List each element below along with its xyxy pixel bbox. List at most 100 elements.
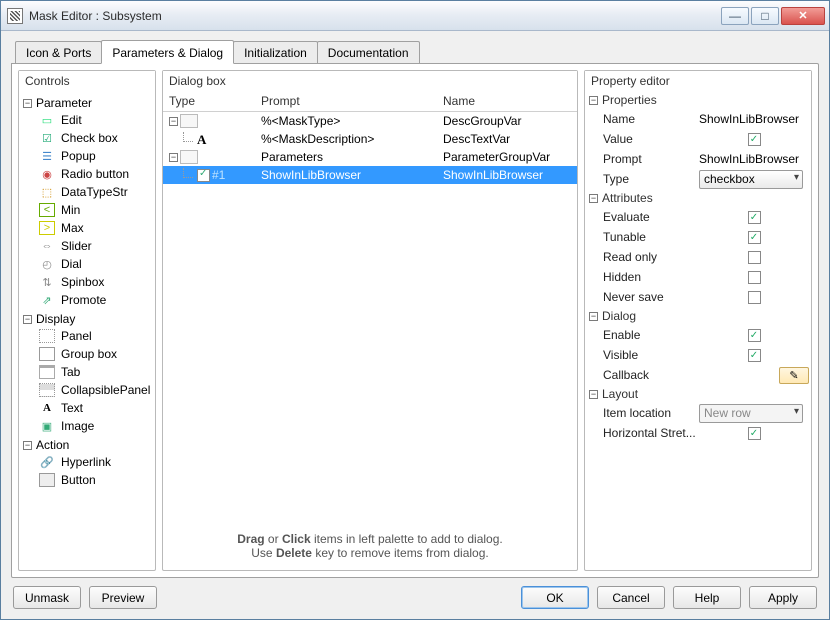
prop-type-select[interactable]: checkbox [699, 170, 803, 189]
control-text[interactable]: AText [39, 399, 151, 417]
tree-line-icon [183, 168, 193, 178]
prop-prompt-value[interactable]: ShowInLibBrowser [699, 152, 809, 166]
control-panel[interactable]: Panel [39, 327, 151, 345]
prop-hidden-checkbox[interactable] [748, 271, 761, 284]
control-radio[interactable]: ◉Radio button [39, 165, 151, 183]
tab-strip: Icon & Ports Parameters & Dialog Initial… [11, 39, 819, 63]
prop-tunable: Tunable [587, 227, 809, 247]
col-type[interactable]: Type [169, 94, 261, 108]
control-hyperlink[interactable]: 🔗Hyperlink [39, 453, 151, 471]
hyperlink-icon: 🔗 [39, 455, 55, 469]
collapse-icon: − [23, 315, 32, 324]
group-parameter-label: Parameter [36, 96, 92, 110]
prop-evaluate-checkbox[interactable] [748, 211, 761, 224]
control-min[interactable]: <Min [39, 201, 151, 219]
section-layout[interactable]: −Layout [587, 385, 809, 403]
spinbox-icon: ⇅ [39, 275, 55, 289]
tab-documentation[interactable]: Documentation [317, 41, 420, 63]
prop-visible-checkbox[interactable] [748, 349, 761, 362]
control-datatypestr[interactable]: ⬚DataTypeStr [39, 183, 151, 201]
control-promote[interactable]: ⇗Promote [39, 291, 151, 309]
cancel-button[interactable]: Cancel [597, 586, 665, 609]
callback-edit-button[interactable]: ✎ [779, 367, 809, 384]
maximize-icon: □ [761, 9, 768, 23]
panel-icon [39, 329, 55, 343]
dialog-row[interactable]: − Parameters ParameterGroupVar [163, 148, 577, 166]
control-button[interactable]: Button [39, 471, 151, 489]
control-collapsible[interactable]: CollapsiblePanel [39, 381, 151, 399]
close-button[interactable]: ✕ [781, 7, 825, 25]
preview-button[interactable]: Preview [89, 586, 157, 609]
prop-value-checkbox[interactable] [748, 133, 761, 146]
control-spinbox[interactable]: ⇅Spinbox [39, 273, 151, 291]
prop-enable-checkbox[interactable] [748, 329, 761, 342]
control-max[interactable]: >Max [39, 219, 151, 237]
tab-parameters-dialog[interactable]: Parameters & Dialog [101, 40, 234, 64]
prop-enable: Enable [587, 325, 809, 345]
edit-icon: ▭ [39, 113, 55, 127]
section-attributes[interactable]: −Attributes [587, 189, 809, 207]
collapse-icon: − [589, 96, 598, 105]
expand-icon[interactable]: − [169, 153, 178, 162]
tab-content: Controls − Parameter ▭Edit ☑Check box ☰P… [11, 63, 819, 578]
tree-line-icon [183, 132, 193, 142]
prop-neversave-checkbox[interactable] [748, 291, 761, 304]
datatype-icon: ⬚ [39, 185, 55, 199]
group-action-label: Action [36, 438, 69, 452]
unmask-button[interactable]: Unmask [13, 586, 81, 609]
section-dialog[interactable]: −Dialog [587, 307, 809, 325]
control-checkbox[interactable]: ☑Check box [39, 129, 151, 147]
property-panel: Property editor −Properties NameShowInLi… [584, 70, 812, 571]
group-display-label: Display [36, 312, 75, 326]
window-buttons: — □ ✕ [721, 7, 825, 25]
dialog-columns: Type Prompt Name [163, 91, 577, 112]
prop-itemlocation-select[interactable]: New row [699, 404, 803, 423]
group-parameter-header[interactable]: − Parameter [23, 95, 151, 111]
button-icon [39, 473, 55, 487]
col-prompt[interactable]: Prompt [261, 94, 443, 108]
control-popup[interactable]: ☰Popup [39, 147, 151, 165]
section-properties[interactable]: −Properties [587, 91, 809, 109]
collapse-icon: − [23, 99, 32, 108]
control-slider[interactable]: ⇔Slider [39, 237, 151, 255]
maximize-button[interactable]: □ [751, 7, 779, 25]
prop-evaluate: Evaluate [587, 207, 809, 227]
prop-hstretch-checkbox[interactable] [748, 427, 761, 440]
dialog-row[interactable]: − %<MaskType> DescGroupVar [163, 112, 577, 130]
group-action: − Action 🔗Hyperlink Button [23, 437, 151, 489]
expand-icon[interactable]: − [169, 117, 178, 126]
prop-visible: Visible [587, 345, 809, 365]
min-icon: < [39, 203, 55, 217]
prop-readonly-checkbox[interactable] [748, 251, 761, 264]
prop-name-value[interactable]: ShowInLibBrowser [699, 112, 809, 126]
close-icon: ✕ [798, 9, 807, 22]
minimize-button[interactable]: — [721, 7, 749, 25]
tab-icon-ports[interactable]: Icon & Ports [15, 41, 102, 63]
prop-readonly: Read only [587, 247, 809, 267]
col-name[interactable]: Name [443, 94, 573, 108]
help-button[interactable]: Help [673, 586, 741, 609]
tab-initialization[interactable]: Initialization [233, 41, 318, 63]
group-display-header[interactable]: − Display [23, 311, 151, 327]
tab-icon [39, 365, 55, 379]
control-groupbox[interactable]: Group box [39, 345, 151, 363]
groupbox-icon [39, 347, 55, 361]
group-action-header[interactable]: − Action [23, 437, 151, 453]
control-edit[interactable]: ▭Edit [39, 111, 151, 129]
checkbox-icon [197, 169, 210, 182]
dialog-row[interactable]: %<MaskDescription> DescTextVar [163, 130, 577, 148]
collapse-icon: − [589, 312, 598, 321]
control-image[interactable]: ▣Image [39, 417, 151, 435]
control-dial[interactable]: ◴Dial [39, 255, 151, 273]
checkbox-icon: ☑ [39, 131, 55, 145]
prop-prompt: PromptShowInLibBrowser [587, 149, 809, 169]
titlebar[interactable]: Mask Editor : Subsystem — □ ✕ [1, 1, 829, 31]
prop-tunable-checkbox[interactable] [748, 231, 761, 244]
control-tab[interactable]: Tab [39, 363, 151, 381]
dialog-row-selected[interactable]: #1 ShowInLibBrowser ShowInLibBrowser [163, 166, 577, 184]
apply-button[interactable]: Apply [749, 586, 817, 609]
ok-button[interactable]: OK [521, 586, 589, 609]
prop-callback: Callback✎ [587, 365, 809, 385]
promote-icon: ⇗ [39, 293, 55, 307]
footer: Unmask Preview OK Cancel Help Apply [11, 578, 819, 609]
